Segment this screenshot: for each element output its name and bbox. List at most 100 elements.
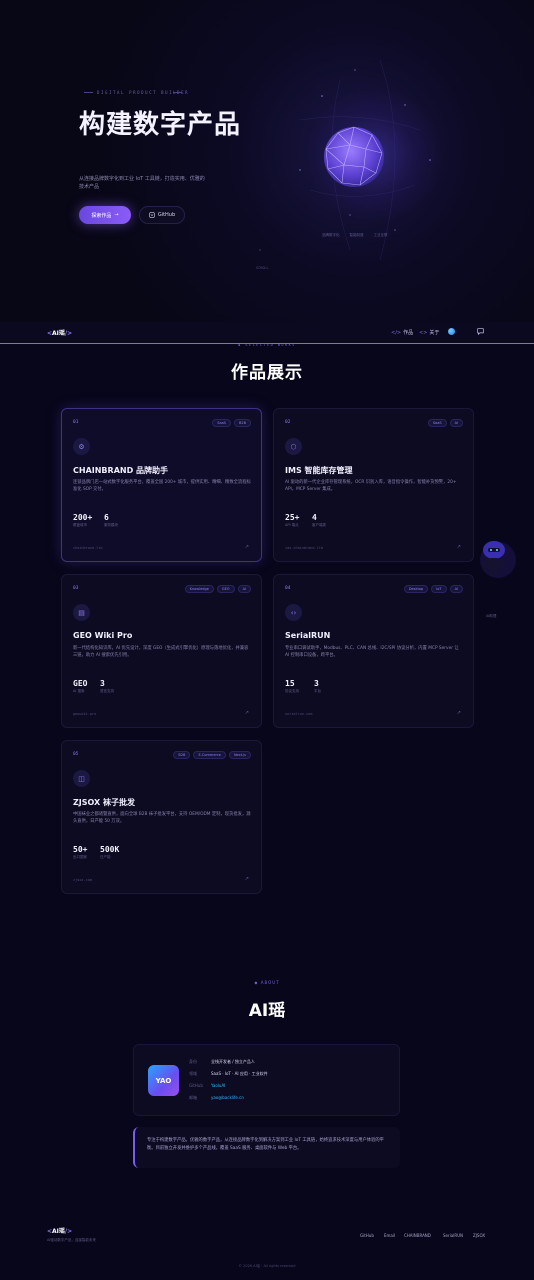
card-title: IMS 智能库存管理 <box>285 466 353 475</box>
card-number: 04 <box>285 586 291 591</box>
external-link-icon[interactable]: ↗ <box>457 710 461 716</box>
logo-text: AI瑶 <box>52 330 65 337</box>
stat-value: 500K <box>100 845 120 854</box>
nav-link-label: 作品 <box>403 330 414 336</box>
footer-link-chainbrand[interactable]: CHAINBRAND <box>404 1233 431 1238</box>
card-tag: AI <box>449 585 463 593</box>
robot-icon <box>480 541 516 578</box>
card-url: geowiki.pro <box>73 712 97 716</box>
project-card-geowiki[interactable]: 03 Knowledge GEO AI ▤ GEO Wiki Pro 新一代结构化知… <box>61 574 262 728</box>
about-title: AI瑶 <box>248 1001 286 1021</box>
stat-value: 200+ <box>73 513 93 522</box>
explore-works-label: 探索作品 <box>91 212 112 219</box>
profile-key: GitHub <box>189 1083 203 1088</box>
nav-link-label: 关于 <box>429 330 440 336</box>
card-stat: 3 语言支持 <box>100 679 114 694</box>
about-quote: 专注于构建数字产品。优雅的数字产品，从连接品牌数字化到解决方案到工业 IoT 工… <box>133 1127 400 1168</box>
theme-toggle-icon[interactable] <box>448 328 455 335</box>
card-tag: B2B <box>173 751 191 759</box>
profile-key: 身份 <box>189 1059 197 1064</box>
card-stat: 15 协议支持 <box>285 679 299 694</box>
project-card-zjsox[interactable]: 05 B2B E-Commerce Next.js ◫ ZJSOX 袜子批发 中国袜… <box>61 740 262 894</box>
gear-icon: ⚙ <box>73 438 90 455</box>
profile-key: 领域 <box>189 1071 197 1076</box>
card-number: 05 <box>73 752 79 757</box>
nav-link-about[interactable]: <> 关于 <box>419 329 439 336</box>
stat-label: AI 搜索 <box>73 689 85 693</box>
explore-works-button[interactable]: 探索作品 → <box>79 206 131 224</box>
card-tag: GEO <box>216 585 235 593</box>
card-number: 02 <box>285 420 291 425</box>
card-url: ims.chainbrand.ltd <box>285 546 323 550</box>
card-tag: SaaS <box>212 419 231 427</box>
hero-tag: 智能制造 <box>349 233 364 237</box>
card-tag: AI <box>237 585 251 593</box>
project-card-ims[interactable]: 02 SaaS AI ⬡ IMS 智能库存管理 AI 驱动的新一代企业库存管理系统… <box>273 408 474 562</box>
hero-tag: 品牌数字化 <box>322 233 340 237</box>
book-icon: ▤ <box>73 604 90 621</box>
card-stat: 50+ 出口国家 <box>73 845 87 860</box>
email-link[interactable]: yao@backlife.cn <box>211 1095 244 1101</box>
profile-row: 身份 全栈开发者 / 独立产品人 <box>189 1059 255 1065</box>
profile-card: YAO 身份 全栈开发者 / 独立产品人 领域 SaaS · IoT · AI 应用… <box>133 1044 400 1116</box>
footer-link-serialrun[interactable]: SerialRUN <box>443 1233 463 1238</box>
github-button[interactable]: GitHub <box>139 206 185 224</box>
robot-label: AI助理 <box>486 614 497 618</box>
stat-value: 25+ <box>285 513 300 522</box>
scroll-hint: SCROLL <box>256 266 269 270</box>
stat-value: 3 <box>314 679 319 688</box>
footer-copyright: © 2026 AI瑶 · All rights reserved <box>238 1264 296 1268</box>
works-title: 作品展示 <box>231 363 303 383</box>
project-card-serialrun[interactable]: 04 Desktop IoT AI ‹› SerialRUN 专业串口调试助手，Mo… <box>273 574 474 728</box>
card-description: AI 驱动的新一代企业库存管理系统，OCR 识别入库，语音指令操作，智能补货预警… <box>285 480 457 492</box>
card-title: ZJSOX 袜子批发 <box>73 798 136 807</box>
project-card-chainbrand[interactable]: 01 SaaS B2B ⚙ CHAINBRAND 品牌助手 连锁品牌门店一站式数字… <box>61 408 262 562</box>
arrow-right-icon: → <box>114 212 119 218</box>
footer-tagline: AI驱动数字产品，连接智能未来 <box>47 1238 96 1242</box>
stat-value: 15 <box>285 679 295 688</box>
external-link-icon[interactable]: ↗ <box>245 710 249 716</box>
nav-link-works[interactable]: </> 作品 <box>391 329 413 336</box>
card-url: chainbrand.ltd <box>73 546 103 550</box>
chat-icon[interactable] <box>477 328 484 335</box>
about-kicker: ◆ ABOUT <box>254 980 280 985</box>
card-number: 03 <box>73 586 79 591</box>
about-quote-text: 专注于构建数字产品。优雅的数字产品，从连接品牌数字化到解决方案到工业 IoT 工… <box>147 1138 384 1151</box>
card-stat: 6 服务模块 <box>104 513 118 528</box>
logo-bracket: /> <box>64 1228 73 1235</box>
avatar: YAO <box>148 1065 179 1096</box>
card-stat: 4 客户端类 <box>312 513 326 528</box>
card-description: 专业串口调试助手，Modbus、PLC、CAN 总线、I2C/SPI 协议分析，… <box>285 646 459 658</box>
footer-link-email[interactable]: Email <box>384 1233 395 1238</box>
footer-link-github[interactable]: GitHub <box>360 1233 374 1238</box>
profile-key: 邮箱 <box>189 1095 197 1100</box>
github-button-label: GitHub <box>157 212 176 218</box>
logo-text: AI瑶 <box>52 1228 65 1235</box>
card-stat: 500K 日产能 <box>100 845 119 860</box>
stat-label: 平台 <box>314 689 321 693</box>
profile-row: GitHub YaoluAI <box>189 1083 225 1088</box>
nav-logo[interactable]: <AI瑶/> <box>47 328 72 337</box>
footer-logo[interactable]: <AI瑶/> <box>47 1226 72 1235</box>
card-tag: AI <box>449 419 463 427</box>
works-kicker: ◆ SELECTED WORKS <box>238 343 296 347</box>
hero-description: 从连接品牌数字化到工业 IoT 工具链，打造实用、优雅的技术产品 <box>79 176 205 190</box>
footer-link-zjsox[interactable]: ZJSOX <box>473 1233 485 1238</box>
card-tag: IoT <box>431 585 447 593</box>
github-link[interactable]: YaoluAI <box>211 1083 225 1088</box>
stat-label: 客户端类 <box>312 523 326 527</box>
card-url: zjsox.com <box>73 878 92 882</box>
external-link-icon[interactable]: ↗ <box>457 544 461 550</box>
globe-icon <box>324 126 384 187</box>
hero-backdrop <box>259 59 431 261</box>
profile-value: 全栈开发者 / 独立产品人 <box>211 1059 255 1064</box>
external-link-icon[interactable]: ↗ <box>245 544 249 550</box>
stat-value: 50+ <box>73 845 88 854</box>
ai-assistant-widget[interactable]: AI助理 <box>478 538 518 618</box>
card-description: 新一代结构化知识库，AI 优先设计，深度 GEO（生成式引擎优化）原理与落地优化… <box>73 646 249 658</box>
box-icon: ⬡ <box>285 438 302 455</box>
stat-label: API 端点 <box>285 523 299 527</box>
external-link-icon[interactable]: ↗ <box>245 876 249 882</box>
card-stat: GEO AI 搜索 <box>73 679 87 694</box>
hero-tag: 工业互联 <box>373 233 388 237</box>
